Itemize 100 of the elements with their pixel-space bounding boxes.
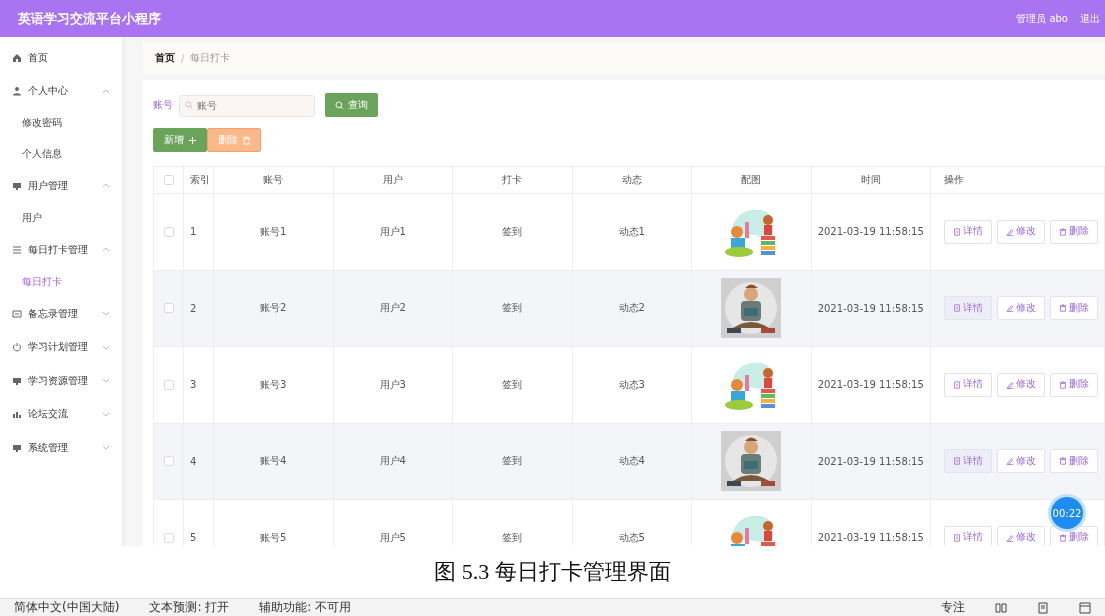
- home-icon: [12, 52, 22, 63]
- table-cell: 动态5: [618, 530, 645, 545]
- delete-button[interactable]: 删除: [1050, 219, 1098, 244]
- search-field[interactable]: 账号: [179, 94, 315, 117]
- table-cell: 2021-03-19 11:58:15: [817, 455, 924, 467]
- submenu-item[interactable]: 用户: [0, 202, 122, 233]
- trash-icon: [1059, 533, 1067, 542]
- trash-icon: [1059, 457, 1067, 466]
- print-layout-icon[interactable]: [1037, 601, 1049, 614]
- trash-icon: [1059, 304, 1067, 313]
- edit-button[interactable]: 修改: [997, 449, 1045, 474]
- table-cell: 2021-03-19 11:58:15: [817, 302, 924, 314]
- trash-icon: [241, 135, 251, 145]
- menu-item[interactable]: 首页: [0, 41, 122, 75]
- menu-item[interactable]: 学习计划管理: [0, 330, 122, 364]
- pencil-icon: [1006, 380, 1014, 389]
- submenu-item[interactable]: 个人信息: [0, 138, 122, 169]
- power-icon: [12, 342, 22, 353]
- submenu-item[interactable]: 每日打卡: [0, 266, 122, 297]
- logout-link[interactable]: 退出: [1080, 11, 1105, 26]
- web-layout-icon[interactable]: [1079, 601, 1091, 614]
- table-cell: 账号1: [260, 224, 287, 239]
- menu-item[interactable]: 论坛交流: [0, 397, 122, 431]
- table-cell: 账号2: [260, 301, 287, 316]
- table-cell: 用户1: [379, 224, 406, 239]
- menu-item[interactable]: 个人中心: [0, 74, 122, 108]
- add-button[interactable]: 新增: [153, 128, 207, 152]
- edit-button[interactable]: 修改: [997, 372, 1045, 397]
- pencil-icon: [1006, 533, 1014, 542]
- menu-item[interactable]: 每日打卡管理: [0, 233, 122, 267]
- edit-button[interactable]: 修改: [997, 219, 1045, 244]
- table-cell: 5: [190, 532, 197, 544]
- table-cell: 动态1: [618, 224, 645, 239]
- delete-button[interactable]: 删除: [1050, 449, 1098, 474]
- checkbox[interactable]: [163, 175, 174, 185]
- detail-button[interactable]: 详情: [944, 449, 992, 474]
- table-cell: 签到: [502, 224, 523, 239]
- document-icon: [953, 380, 961, 389]
- column-header: 动态: [621, 173, 642, 187]
- table-cell: 2021-03-19 11:58:15: [817, 226, 924, 238]
- edit-button[interactable]: 修改: [997, 525, 1045, 546]
- table-cell: 2021-03-19 11:58:15: [817, 379, 924, 391]
- trash-icon: [1059, 380, 1067, 389]
- table-cell: 动态4: [618, 454, 645, 469]
- search-label: 账号: [153, 98, 173, 112]
- menu-item[interactable]: 学习资源管理: [0, 364, 122, 398]
- detail-button[interactable]: 详情: [944, 219, 992, 244]
- search-icon: [335, 100, 344, 110]
- table-cell: 签到: [502, 530, 523, 545]
- read-mode-icon[interactable]: [995, 601, 1007, 614]
- table-cell: 用户2: [379, 301, 406, 316]
- detail-button[interactable]: 详情: [944, 525, 992, 546]
- menu-item[interactable]: 备忘录管理: [0, 297, 122, 331]
- table-cell: 用户3: [379, 377, 406, 392]
- breadcrumb-link[interactable]: 每日打卡: [190, 51, 231, 65]
- breadcrumb-separator: /: [181, 52, 185, 64]
- focus-mode-button[interactable]: 专注: [941, 599, 965, 616]
- table-cell: 用户4: [379, 454, 406, 469]
- column-header: 打卡: [502, 173, 523, 187]
- table-cell: 3: [190, 379, 197, 391]
- document-icon: [953, 457, 961, 466]
- checkbox[interactable]: [163, 226, 174, 237]
- table-cell: 签到: [502, 301, 523, 316]
- search-button[interactable]: 查询: [325, 93, 378, 117]
- pencil-icon: [1006, 457, 1014, 466]
- chart-icon: [12, 409, 22, 420]
- menu-item[interactable]: 用户管理: [0, 169, 122, 203]
- column-header: 操作: [944, 173, 964, 187]
- table-cell: 账号4: [260, 454, 287, 469]
- list-icon: [12, 244, 22, 255]
- delete-button[interactable]: 删除: [1050, 372, 1098, 397]
- edit-button[interactable]: 修改: [997, 296, 1045, 321]
- checkbox[interactable]: [163, 303, 174, 314]
- document-icon: [953, 533, 961, 542]
- column-header: 用户: [382, 173, 403, 187]
- document-icon: [953, 304, 961, 313]
- pencil-icon: [1006, 304, 1014, 313]
- checkbox[interactable]: [163, 532, 174, 543]
- document-icon: [953, 227, 961, 236]
- plus-icon: [187, 135, 197, 145]
- detail-button[interactable]: 详情: [944, 296, 992, 321]
- status-item[interactable]: 简体中文(中国大陆): [14, 599, 120, 616]
- menu-item[interactable]: 系统管理: [0, 431, 122, 465]
- status-item[interactable]: 文本预测: 打开: [149, 599, 230, 616]
- submenu-item[interactable]: 修改密码: [0, 108, 122, 139]
- status-item[interactable]: 辅助功能: 不可用: [259, 599, 352, 616]
- column-header: 时间: [860, 173, 881, 187]
- search-icon: [185, 101, 193, 109]
- delete-button[interactable]: 删除: [1050, 296, 1098, 321]
- checkbox[interactable]: [163, 456, 174, 467]
- detail-button[interactable]: 详情: [944, 372, 992, 397]
- timer-badge[interactable]: 00:22: [1051, 497, 1083, 529]
- table-cell: 签到: [502, 454, 523, 469]
- table-cell: 1: [190, 226, 197, 238]
- checkbox[interactable]: [163, 379, 174, 390]
- table-cell: 2021-03-19 11:58:15: [817, 532, 924, 544]
- table-cell: 签到: [502, 377, 523, 392]
- table-cell: 账号3: [260, 377, 287, 392]
- breadcrumb-link[interactable]: 首页: [155, 51, 175, 65]
- table-cell: 账号5: [260, 530, 287, 545]
